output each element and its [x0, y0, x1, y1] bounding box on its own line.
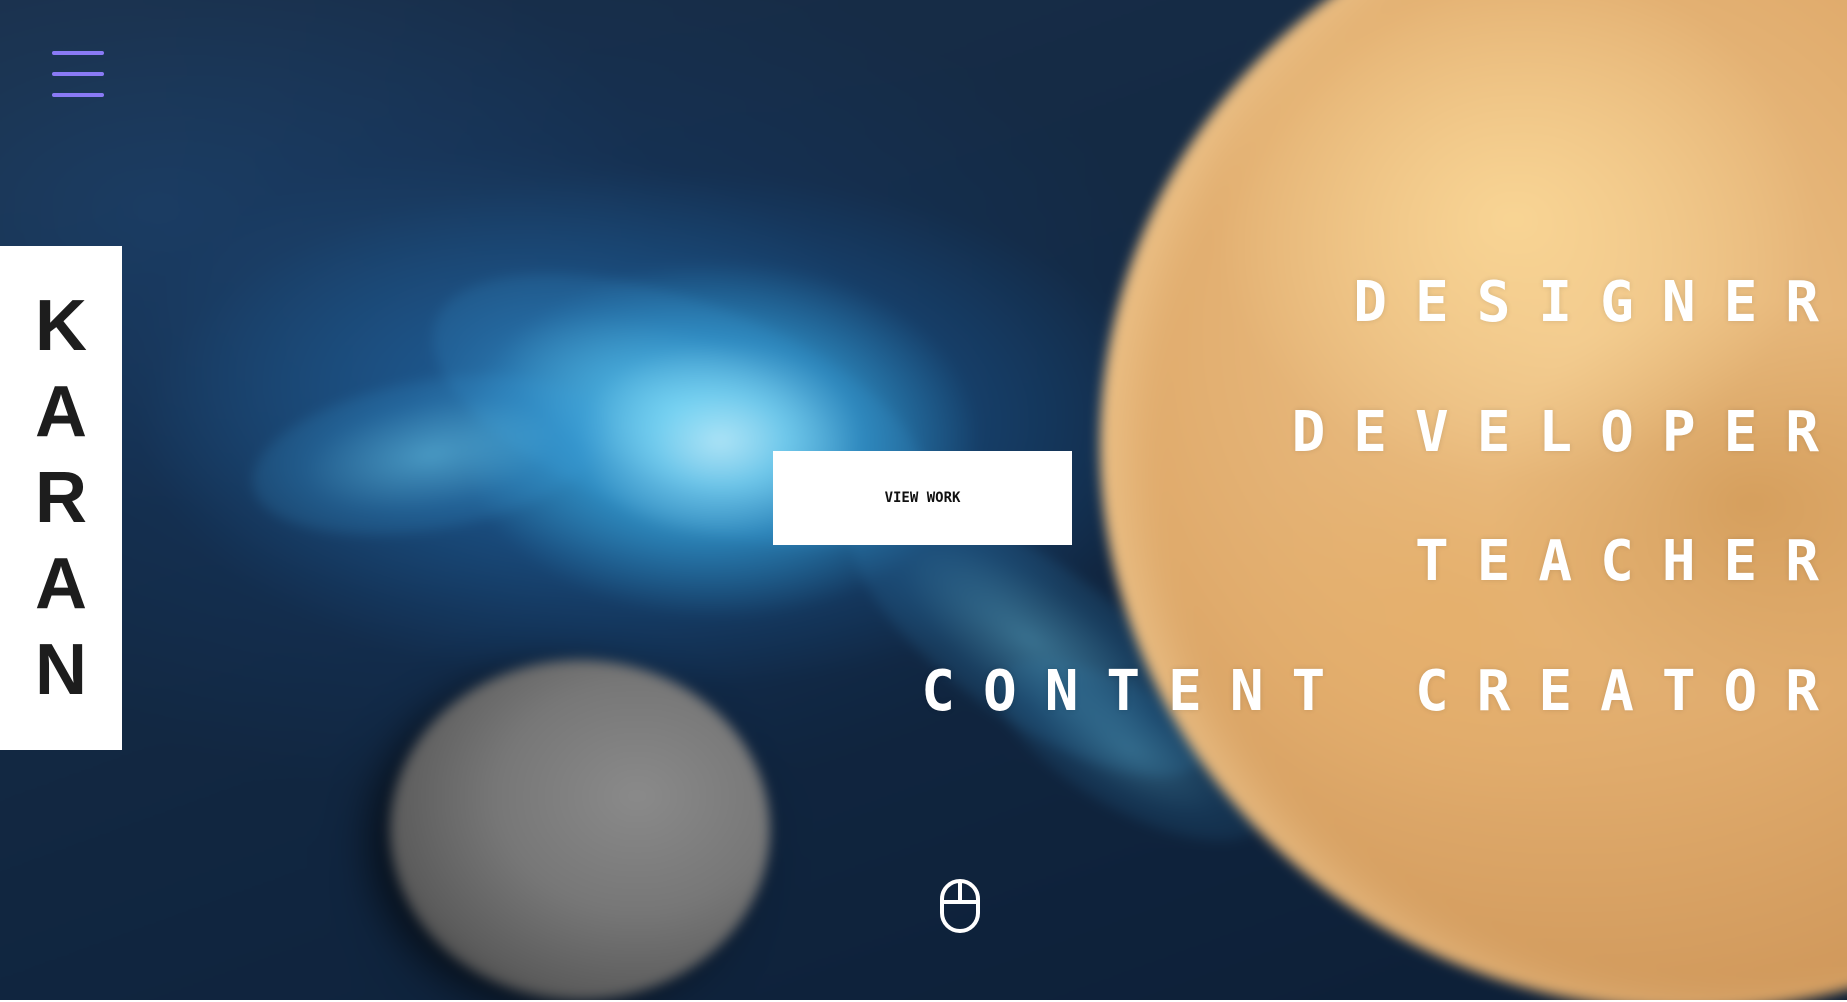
role-content-creator: CONTENT CREATOR	[921, 659, 1847, 724]
mouse-scroll-icon[interactable]	[939, 878, 981, 934]
hero-section: K A R A N VIEW WORK DESIGNER DEVELOPER T…	[0, 0, 1847, 1000]
role-developer: DEVELOPER	[1291, 400, 1847, 465]
name-letter: A	[35, 544, 87, 624]
role-designer: DESIGNER	[1353, 270, 1847, 335]
name-letter: R	[35, 458, 87, 538]
role-teacher: TEACHER	[1414, 529, 1847, 594]
hamburger-menu-icon[interactable]	[52, 51, 104, 99]
view-work-button[interactable]: VIEW WORK	[773, 451, 1072, 545]
planet-moon	[390, 660, 770, 1000]
name-letter: K	[35, 286, 87, 366]
vertical-name-logo: K A R A N	[0, 246, 122, 750]
name-letter: A	[35, 372, 87, 452]
name-letter: N	[35, 630, 87, 710]
